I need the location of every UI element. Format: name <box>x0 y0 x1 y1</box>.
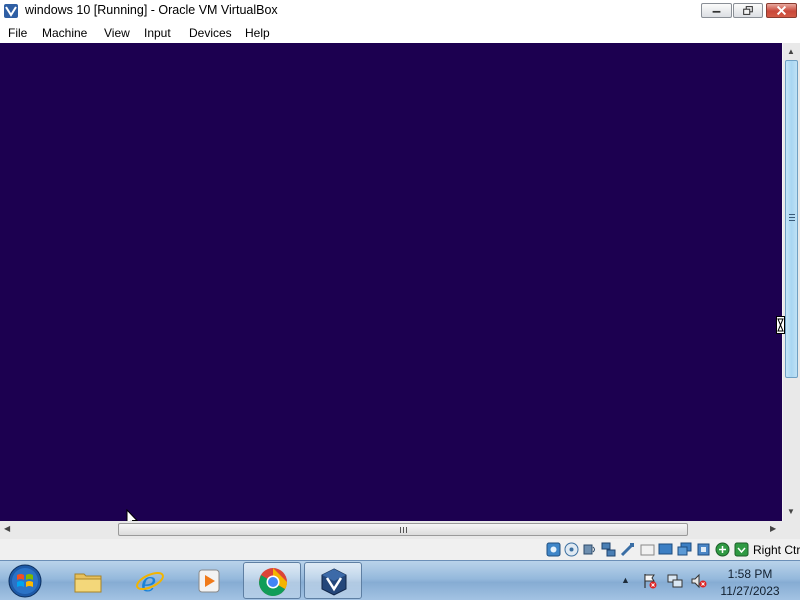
scroll-down-arrow-icon[interactable]: ▼ <box>787 507 795 516</box>
menu-file[interactable]: File <box>8 26 27 40</box>
show-hidden-icons-arrow[interactable]: ▲ <box>621 575 630 585</box>
resize-handle-icon[interactable] <box>776 316 785 334</box>
horizontal-scrollbar[interactable]: ◀ ▶ <box>0 521 782 539</box>
usb-icon[interactable] <box>620 542 635 557</box>
video-capture-icon[interactable] <box>677 542 692 557</box>
clock-time: 1:58 PM <box>727 567 773 581</box>
vertical-scroll-thumb[interactable] <box>785 60 798 378</box>
window-title: windows 10 [Running] - Oracle VM Virtual… <box>25 3 278 17</box>
scroll-up-arrow-icon[interactable]: ▲ <box>787 47 795 56</box>
close-button[interactable] <box>766 3 797 18</box>
hard-disk-icon[interactable] <box>546 542 561 557</box>
menu-machine[interactable]: Machine <box>42 26 87 40</box>
grip-icon <box>400 527 407 533</box>
taskbar-media-player[interactable] <box>180 562 238 599</box>
vertical-scrollbar[interactable]: ▲ ▼ <box>782 43 800 521</box>
media-player-icon <box>198 569 220 593</box>
shared-folders-icon[interactable] <box>640 542 655 557</box>
action-center-flag-icon[interactable] <box>642 573 658 589</box>
display-icon[interactable] <box>658 542 673 557</box>
minimize-icon <box>712 10 721 13</box>
horizontal-scroll-thumb[interactable] <box>118 523 688 536</box>
close-icon <box>776 5 787 16</box>
network-icon[interactable] <box>667 573 683 589</box>
menu-devices[interactable]: Devices <box>189 26 232 40</box>
status-bar: Right Ctrl <box>0 539 800 560</box>
host-key-label[interactable]: Right Ctrl <box>753 543 800 557</box>
file-explorer-icon <box>74 573 102 593</box>
windows-start-orb-icon[interactable] <box>6 563 44 599</box>
chrome-icon <box>259 568 287 596</box>
taskbar-internet-explorer[interactable]: e <box>121 562 179 599</box>
title-bar[interactable]: windows 10 [Running] - Oracle VM Virtual… <box>0 0 800 22</box>
grip-icon <box>789 214 795 221</box>
menu-view[interactable]: View <box>104 26 130 40</box>
clock-date: 11/27/2023 <box>720 584 780 598</box>
internet-explorer-icon: e <box>136 568 164 597</box>
audio-icon[interactable] <box>583 542 598 557</box>
scroll-left-arrow-icon[interactable]: ◀ <box>4 524 10 533</box>
vm-display[interactable] <box>0 43 782 528</box>
virtualbox-icon <box>4 4 18 18</box>
virtualbox-icon <box>321 568 347 596</box>
keyboard-capture-icon[interactable] <box>734 542 749 557</box>
taskbar-chrome[interactable] <box>243 562 301 599</box>
mouse-integration-icon[interactable] <box>715 542 730 557</box>
optical-drive-icon[interactable] <box>564 542 579 557</box>
taskbar-virtualbox[interactable] <box>304 562 362 599</box>
taskbar-file-explorer[interactable] <box>59 562 117 599</box>
cpu-icon[interactable] <box>696 542 711 557</box>
maximize-button[interactable] <box>733 3 763 18</box>
scroll-right-arrow-icon[interactable]: ▶ <box>770 524 776 533</box>
scrollbar-corner <box>782 521 800 539</box>
menu-bar: File Machine View Input Devices Help <box>0 22 800 43</box>
taskbar: e ▲ 1:58 PM 11/27/2023 <box>0 560 800 600</box>
minimize-button[interactable] <box>701 3 732 18</box>
menu-input[interactable]: Input <box>144 26 171 40</box>
menu-help[interactable]: Help <box>245 26 270 40</box>
maximize-icon <box>743 6 753 15</box>
network-icon[interactable] <box>601 542 616 557</box>
